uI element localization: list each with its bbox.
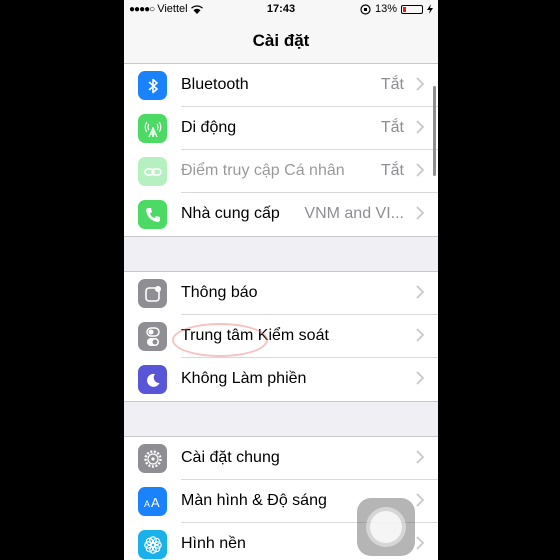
settings-row-value: Tắt	[380, 162, 404, 179]
settings-row-do-not-disturb[interactable]: Không Làm phiền	[124, 358, 438, 401]
page-title: Cài đặt	[252, 31, 310, 50]
chevron-right-icon	[416, 285, 424, 299]
orientation-lock-icon	[360, 3, 371, 15]
chevron-right-icon	[416, 536, 424, 550]
phone-icon	[138, 200, 167, 229]
settings-row-cellular[interactable]: Di động Tắt	[124, 107, 438, 150]
chevron-right-icon	[416, 77, 424, 91]
navigation-bar: Cài đặt	[124, 20, 438, 64]
hotspot-icon	[138, 157, 167, 186]
assistive-touch-core	[370, 511, 402, 543]
chevron-right-icon	[416, 371, 424, 385]
cellular-icon	[138, 114, 167, 143]
chevron-right-icon	[416, 493, 424, 507]
chevron-right-icon	[416, 163, 424, 177]
battery-percent: 13%	[374, 3, 397, 15]
group-divider	[124, 401, 438, 402]
settings-row-personal-hotspot[interactable]: Điểm truy cập Cá nhân Tắt	[124, 150, 438, 193]
svg-text:A: A	[144, 499, 150, 509]
chevron-right-icon	[416, 120, 424, 134]
settings-row-label: Cài đặt chung	[181, 449, 280, 466]
chevron-right-icon	[416, 206, 424, 220]
settings-row-carrier[interactable]: Nhà cung cấp VNM and VI...	[124, 193, 438, 236]
moon-icon	[138, 365, 167, 394]
battery-icon	[401, 4, 423, 14]
wallpaper-icon	[138, 530, 167, 559]
settings-row-control-center[interactable]: Trung tâm Kiểm soát	[124, 315, 438, 358]
settings-row-label: Không Làm phiền	[181, 370, 307, 387]
chevron-right-icon	[416, 328, 424, 342]
settings-screen: ●●●●○ Viettel 17:43 13% Cài đặt Bluetoot…	[124, 0, 438, 560]
settings-row-bluetooth[interactable]: Bluetooth Tắt	[124, 64, 438, 107]
charging-icon	[427, 4, 433, 14]
settings-row-label: Điểm truy cập Cá nhân	[181, 162, 345, 179]
touch-highlight-ring	[172, 323, 268, 357]
status-bar: ●●●●○ Viettel 17:43 13%	[124, 0, 438, 20]
gear-icon	[138, 444, 167, 473]
control-center-icon	[138, 322, 167, 351]
settings-row-value: Tắt	[380, 119, 404, 136]
settings-row-notifications[interactable]: Thông báo	[124, 272, 438, 315]
settings-row-value: VNM and VI...	[304, 205, 404, 222]
assistive-touch-button[interactable]	[357, 498, 415, 556]
settings-row-label: Thông báo	[181, 284, 258, 301]
settings-row-label: Nhà cung cấp	[181, 205, 280, 222]
settings-row-label: Màn hình & Độ sáng	[181, 492, 327, 509]
chevron-right-icon	[416, 450, 424, 464]
notifications-icon	[138, 279, 167, 308]
bluetooth-icon	[138, 71, 167, 100]
settings-row-value: Tắt	[380, 76, 404, 93]
settings-row-general[interactable]: Cài đặt chung	[124, 437, 438, 480]
group-divider	[124, 236, 438, 237]
display-icon: AA	[138, 487, 167, 516]
settings-row-label: Hình nền	[181, 535, 246, 552]
svg-text:A: A	[151, 495, 160, 509]
settings-row-label: Bluetooth	[181, 76, 249, 93]
settings-row-label: Di động	[181, 119, 237, 136]
scrollbar[interactable]	[433, 86, 436, 176]
